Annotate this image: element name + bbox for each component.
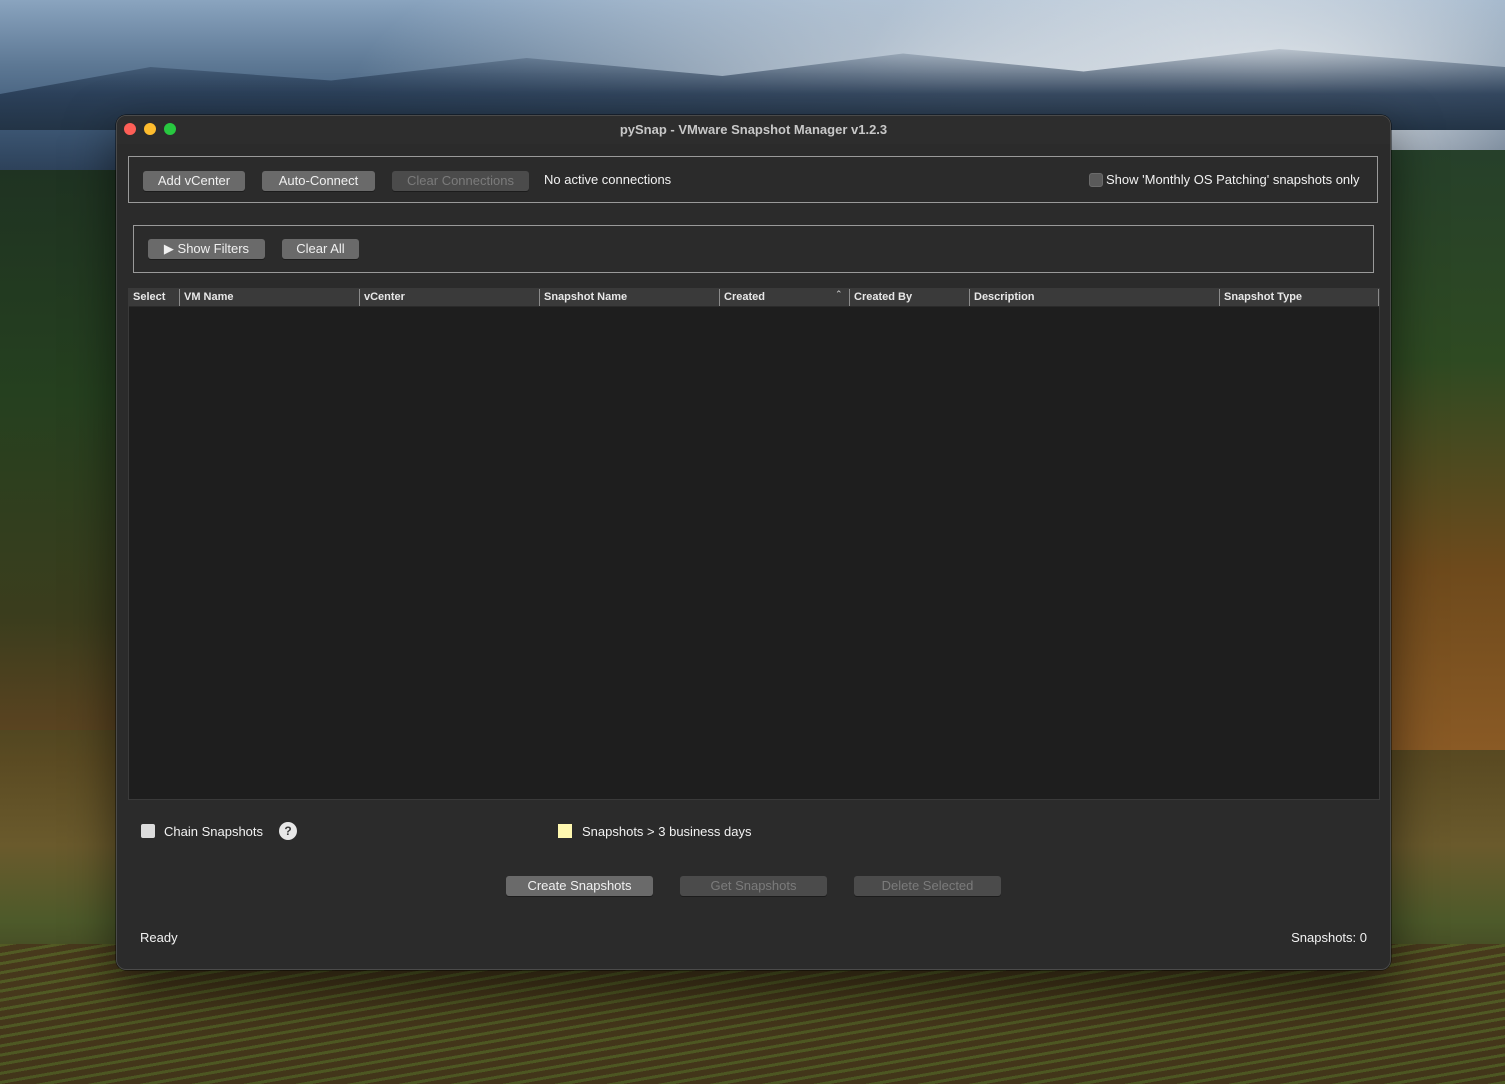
app-window: pySnap - VMware Snapshot Manager v1.2.3 … (116, 115, 1391, 970)
connection-status: No active connections (544, 172, 672, 187)
column-header-vm-name[interactable]: VM Name (179, 289, 359, 306)
wallpaper-forest-left (0, 170, 130, 730)
monthly-patching-label[interactable]: Show 'Monthly OS Patching' snapshots onl… (1106, 172, 1360, 187)
auto-connect-button[interactable]: Auto-Connect (262, 171, 375, 191)
column-header-vcenter[interactable]: vCenter (359, 289, 539, 306)
snapshot-count: Snapshots: 0 (1291, 930, 1367, 945)
delete-selected-button[interactable]: Delete Selected (854, 876, 1001, 896)
legend-label: Snapshots > 3 business days (582, 824, 752, 839)
snapshot-table[interactable]: Select VM Name vCenter Snapshot Name Cre… (128, 288, 1380, 800)
add-vcenter-button[interactable]: Add vCenter (143, 171, 245, 191)
help-icon[interactable]: ? (279, 822, 297, 840)
connection-panel: Add vCenter Auto-Connect Clear Connectio… (128, 156, 1378, 203)
filter-panel: ▶ Show Filters Clear All (133, 225, 1374, 273)
column-header-description[interactable]: Description (969, 289, 1219, 306)
clear-connections-button[interactable]: Clear Connections (392, 171, 529, 191)
clear-all-button[interactable]: Clear All (282, 239, 359, 259)
table-header: Select VM Name vCenter Snapshot Name Cre… (129, 289, 1379, 307)
show-filters-button[interactable]: ▶ Show Filters (148, 239, 265, 259)
title-bar[interactable]: pySnap - VMware Snapshot Manager v1.2.3 (117, 116, 1390, 144)
column-header-snapshot-type[interactable]: Snapshot Type (1219, 289, 1379, 306)
window-title: pySnap - VMware Snapshot Manager v1.2.3 (619, 122, 888, 137)
legend-swatch-old-snapshots (558, 824, 572, 838)
sort-ascending-icon: ⌃ (835, 289, 843, 299)
column-header-snapshot-name[interactable]: Snapshot Name (539, 289, 719, 306)
monthly-patching-checkbox[interactable] (1089, 173, 1103, 187)
create-snapshots-button[interactable]: Create Snapshots (506, 876, 653, 896)
chain-snapshots-label[interactable]: Chain Snapshots (164, 824, 263, 839)
column-header-created[interactable]: Created (719, 289, 849, 306)
get-snapshots-button[interactable]: Get Snapshots (680, 876, 827, 896)
column-header-select[interactable]: Select (129, 289, 179, 306)
column-header-created-by[interactable]: Created By (849, 289, 969, 306)
status-text: Ready (140, 930, 178, 945)
wallpaper-forest-right (1385, 150, 1505, 750)
chain-snapshots-checkbox[interactable] (141, 824, 155, 838)
